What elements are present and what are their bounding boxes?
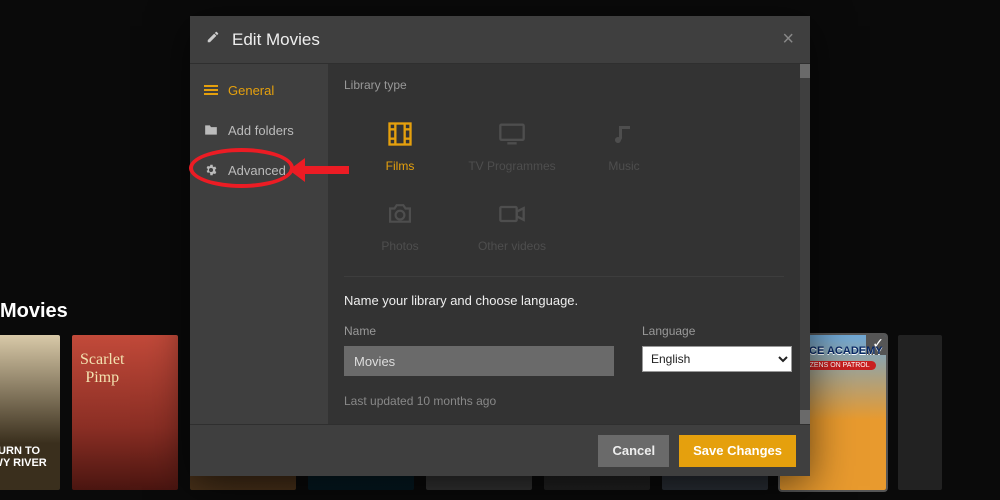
movie-poster[interactable]	[0, 335, 60, 490]
language-label: Language	[642, 324, 792, 338]
section-title: Movies	[0, 300, 68, 323]
instruction-text: Name your library and choose language.	[344, 293, 784, 308]
type-label: Other videos	[478, 239, 546, 253]
folder-icon	[204, 124, 218, 136]
video-icon	[498, 199, 526, 229]
sidebar-item-label: Add folders	[228, 123, 294, 138]
scroll-up-button[interactable]	[800, 64, 810, 78]
modal-sidebar: General Add folders Advanced	[190, 64, 328, 424]
type-label: Music	[608, 159, 639, 173]
movie-poster[interactable]	[898, 335, 942, 490]
type-label: Films	[386, 159, 415, 173]
library-type-label: Library type	[344, 78, 784, 92]
type-other-videos[interactable]: Other videos	[456, 186, 568, 266]
modal-title: Edit Movies	[232, 30, 320, 50]
sidebar-item-general[interactable]: General	[190, 70, 328, 110]
type-music[interactable]: Music	[568, 106, 680, 186]
save-changes-button[interactable]: Save Changes	[679, 435, 796, 467]
sidebar-item-add-folders[interactable]: Add folders	[190, 110, 328, 150]
modal-header: Edit Movies ×	[190, 16, 810, 64]
type-films[interactable]: Films	[344, 106, 456, 186]
scrollbar[interactable]	[800, 64, 810, 424]
close-button[interactable]: ×	[782, 28, 794, 51]
type-label: Photos	[381, 239, 418, 253]
music-icon	[612, 119, 636, 149]
type-photos[interactable]: Photos	[344, 186, 456, 266]
library-type-grid: Films TV Programmes Music	[344, 106, 784, 266]
type-label: TV Programmes	[468, 159, 555, 173]
name-label: Name	[344, 324, 614, 338]
pencil-icon	[206, 30, 220, 49]
sidebar-item-label: General	[228, 83, 274, 98]
modal-body: General Add folders Advanced Library typ…	[190, 64, 810, 424]
scroll-down-button[interactable]	[800, 410, 810, 424]
last-updated-text: Last updated 10 months ago	[344, 394, 784, 408]
sidebar-item-advanced[interactable]: Advanced	[190, 150, 328, 190]
language-select[interactable]: English	[642, 346, 792, 372]
type-tv[interactable]: TV Programmes	[456, 106, 568, 186]
cancel-button[interactable]: Cancel	[598, 435, 669, 467]
film-icon	[386, 119, 414, 149]
sidebar-item-label: Advanced	[228, 163, 286, 178]
divider	[344, 276, 784, 277]
modal-footer: Cancel Save Changes	[190, 424, 810, 476]
movie-poster[interactable]	[72, 335, 178, 490]
tv-icon	[498, 119, 526, 149]
gear-icon	[204, 163, 218, 177]
library-name-input[interactable]	[344, 346, 614, 376]
list-icon	[204, 84, 218, 96]
camera-icon	[386, 199, 414, 229]
modal-content: Library type Films TV Programmes	[328, 64, 810, 424]
edit-library-modal: Edit Movies × General Add folders Adva	[190, 16, 810, 476]
